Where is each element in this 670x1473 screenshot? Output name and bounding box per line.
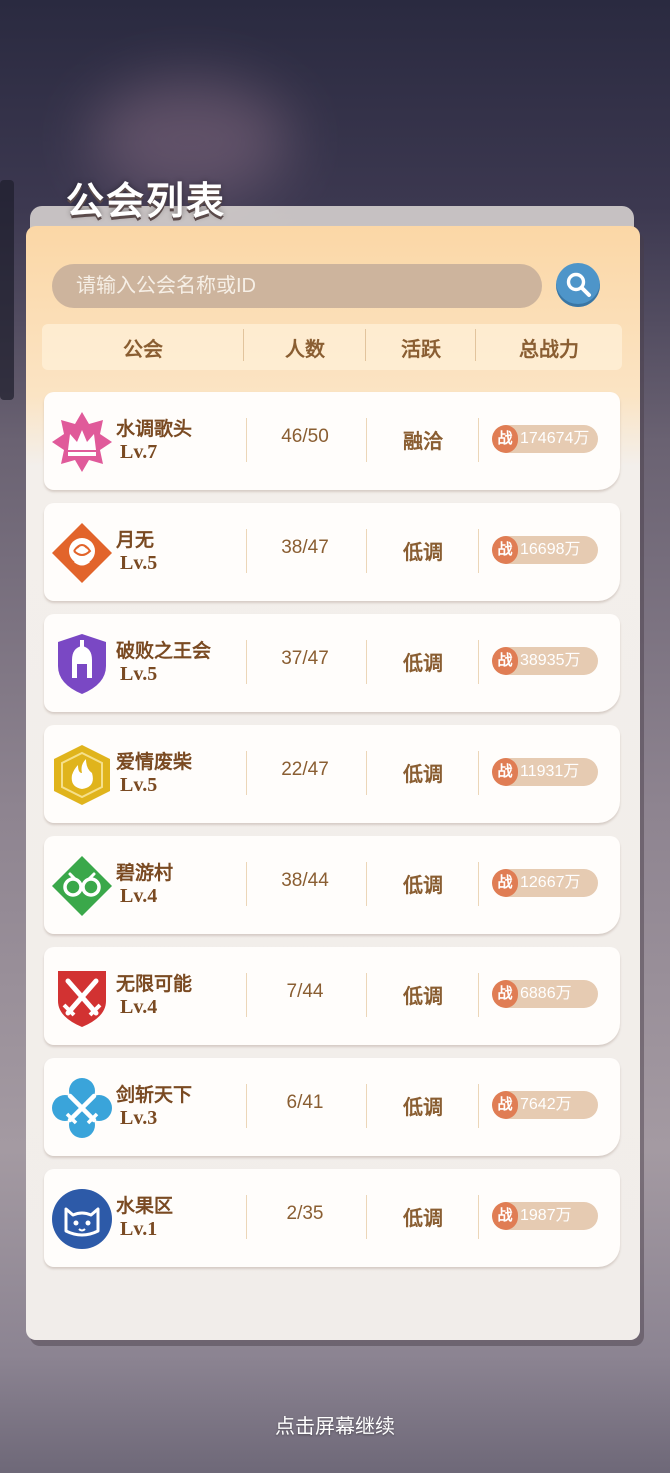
guild-members: 46/50 <box>281 426 329 447</box>
guild-name: 破败之王会 <box>116 640 212 662</box>
guild-power-value: 6886万 <box>520 985 572 1002</box>
guild-power: 战 6886万 <box>492 980 598 1008</box>
rose-icon <box>52 523 112 583</box>
divider <box>478 640 479 684</box>
glasses-icon <box>52 856 112 916</box>
guild-members: 6/41 <box>286 1092 324 1113</box>
crown-icon <box>52 412 112 472</box>
guild-members: 38/44 <box>281 870 329 891</box>
power-icon: 战 <box>492 1202 518 1230</box>
guild-list-panel: 公会 人数 活跃 总战力 水调歌头 Lv.7 46/50 融洽 战 174674… <box>26 226 640 1340</box>
guild-activity: 低调 <box>403 651 443 675</box>
guild-row[interactable]: 碧游村 Lv.4 38/44 低调 战 12667万 <box>44 836 620 934</box>
divider <box>478 529 479 573</box>
guild-activity: 低调 <box>403 1095 443 1119</box>
tap-to-continue-hint[interactable]: 点击屏幕继续 <box>0 1410 670 1439</box>
column-header-power: 总战力 <box>519 336 579 361</box>
guild-power: 战 1987万 <box>492 1202 598 1230</box>
power-icon: 战 <box>492 425 518 453</box>
divider <box>478 1084 479 1128</box>
guild-name: 爱情废柴 <box>116 751 193 773</box>
guild-power-value: 12667万 <box>520 874 581 891</box>
power-icon: 战 <box>492 647 518 675</box>
guild-power-value: 1987万 <box>520 1207 572 1224</box>
guild-level: Lv.4 <box>120 996 158 1018</box>
guild-level: Lv.3 <box>120 1107 158 1129</box>
cat-face-icon <box>52 1189 112 1249</box>
page-title: 公会列表 <box>66 178 227 223</box>
guild-row[interactable]: 破败之王会 Lv.5 37/47 低调 战 38935万 <box>44 614 620 712</box>
guild-name: 碧游村 <box>116 862 174 884</box>
guild-power: 战 16698万 <box>492 536 598 564</box>
guild-members: 37/47 <box>281 648 329 669</box>
guild-level: Lv.5 <box>120 774 158 796</box>
divider <box>478 973 479 1017</box>
guild-level: Lv.5 <box>120 663 158 685</box>
guild-power: 战 38935万 <box>492 647 598 675</box>
flame-icon <box>54 745 110 805</box>
guild-level: Lv.7 <box>120 441 158 463</box>
guild-row[interactable]: 水果区 Lv.1 2/35 低调 战 1987万 <box>44 1169 620 1267</box>
divider <box>478 862 479 906</box>
guild-name: 水调歌头 <box>116 418 193 440</box>
guild-activity: 低调 <box>403 873 443 897</box>
search-icon <box>566 272 591 297</box>
guild-members: 2/35 <box>286 1203 324 1224</box>
guild-row[interactable]: 爱情废柴 Lv.5 22/47 低调 战 11931万 <box>44 725 620 823</box>
guild-activity: 低调 <box>403 984 443 1008</box>
guild-row[interactable]: 月无 Lv.5 38/47 低调 战 16698万 <box>44 503 620 601</box>
divider <box>478 1195 479 1239</box>
guild-name: 水果区 <box>116 1195 174 1217</box>
power-icon: 战 <box>492 869 518 897</box>
guild-activity: 低调 <box>403 762 443 786</box>
guild-name: 无限可能 <box>116 973 193 995</box>
guild-power: 战 7642万 <box>492 1091 598 1119</box>
guild-row[interactable]: 无限可能 Lv.4 7/44 低调 战 6886万 <box>44 947 620 1045</box>
guild-members: 7/44 <box>286 981 324 1002</box>
guild-power: 战 174674万 <box>492 425 598 453</box>
divider <box>478 751 479 795</box>
crossed-swords-icon <box>52 1078 112 1138</box>
guild-power: 战 12667万 <box>492 869 598 897</box>
guild-activity: 低调 <box>403 540 443 564</box>
guild-members: 22/47 <box>281 759 329 780</box>
power-icon: 战 <box>492 536 518 564</box>
search-bar <box>52 264 542 308</box>
guild-row[interactable]: 剑斩天下 Lv.3 6/41 低调 战 7642万 <box>44 1058 620 1156</box>
spartan-helmet-icon <box>58 634 106 694</box>
crossed-swords-icon <box>58 971 106 1027</box>
guild-name: 月无 <box>116 529 155 551</box>
guild-activity: 低调 <box>403 1206 443 1230</box>
power-icon: 战 <box>492 980 518 1008</box>
guild-members: 38/47 <box>281 537 329 558</box>
guild-level: Lv.4 <box>120 885 158 907</box>
guild-power-value: 174674万 <box>520 430 590 447</box>
guild-power-value: 38935万 <box>520 652 581 669</box>
table-header: 公会 人数 活跃 总战力 <box>42 324 622 370</box>
guild-power-value: 7642万 <box>520 1096 572 1113</box>
background-edge <box>0 180 14 400</box>
guild-level: Lv.5 <box>120 552 158 574</box>
column-header-activity: 活跃 <box>366 328 476 362</box>
guild-activity: 融洽 <box>403 429 443 453</box>
column-header-guild: 公会 <box>42 328 244 362</box>
power-icon: 战 <box>492 758 518 786</box>
search-input[interactable] <box>52 264 540 308</box>
power-icon: 战 <box>492 1091 518 1119</box>
guild-row[interactable]: 水调歌头 Lv.7 46/50 融洽 战 174674万 <box>44 392 620 490</box>
search-button[interactable] <box>556 263 600 307</box>
guild-level: Lv.1 <box>120 1218 158 1240</box>
column-header-members: 人数 <box>244 328 366 362</box>
guild-power-value: 11931万 <box>520 763 580 780</box>
guild-power-value: 16698万 <box>520 541 581 558</box>
divider <box>478 418 479 462</box>
guild-name: 剑斩天下 <box>116 1084 193 1106</box>
guild-power: 战 11931万 <box>492 758 598 786</box>
